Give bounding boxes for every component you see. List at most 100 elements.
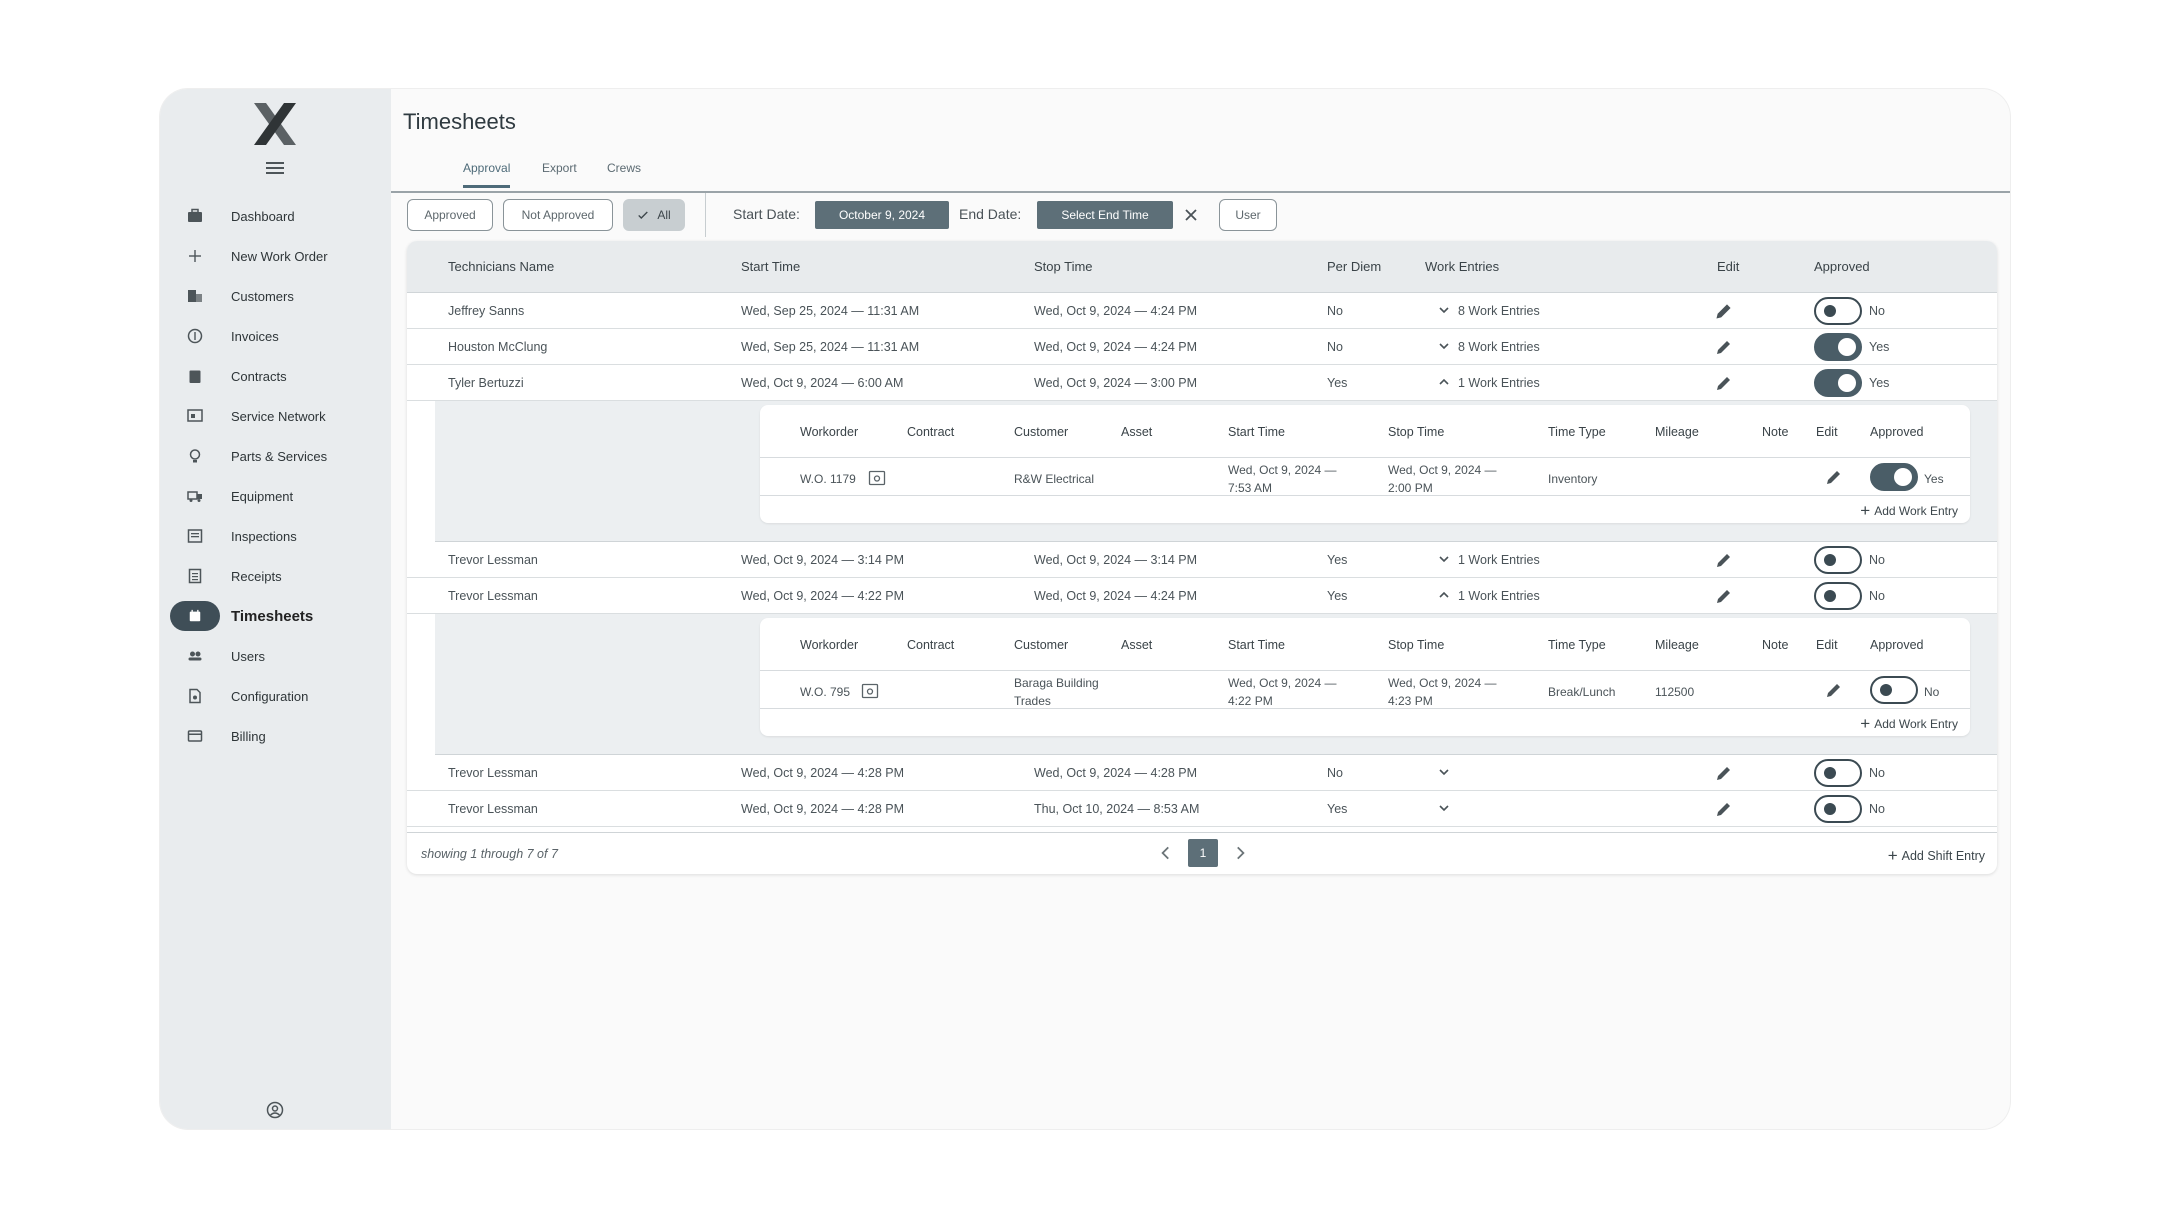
sidebar-item-users[interactable]: Users xyxy=(170,636,380,676)
tab-export[interactable]: Export xyxy=(542,161,577,185)
workorder-link[interactable]: W.O. 795 xyxy=(800,683,850,701)
edit-pencil-icon[interactable] xyxy=(1714,763,1734,783)
approved-toggle[interactable] xyxy=(1870,676,1918,704)
workorder-link[interactable]: W.O. 1179 xyxy=(800,470,856,488)
view-icon[interactable] xyxy=(868,469,886,487)
add-work-entry-button[interactable]: + Add Work Entry xyxy=(1860,714,1958,734)
account-icon[interactable] xyxy=(266,1101,284,1119)
end-date-label: End Date: xyxy=(959,206,1022,222)
edit-pencil-icon[interactable] xyxy=(1824,467,1844,487)
work-entries-count: 8 Work Entries xyxy=(1458,304,1540,318)
tech-name: Trevor Lessman xyxy=(448,802,538,816)
add-work-entry-label: Add Work Entry xyxy=(1874,717,1958,731)
filter-approved-button[interactable]: Approved xyxy=(407,199,493,231)
app-logo[interactable] xyxy=(250,99,300,149)
clear-date-icon[interactable] xyxy=(1181,205,1201,225)
approved-toggle[interactable] xyxy=(1870,463,1918,491)
sidebar-item-label: Service Network xyxy=(231,408,326,424)
approved-toggle[interactable] xyxy=(1814,369,1862,397)
start-time: Wed, Oct 9, 2024 — 4:22 PM xyxy=(741,589,905,603)
sidebar-item-receipts[interactable]: Receipts xyxy=(170,556,380,596)
approved-toggle[interactable] xyxy=(1814,333,1862,361)
table-row[interactable]: Trevor Lessman Wed, Oct 9, 2024 — 4:22 P… xyxy=(407,578,1997,614)
approved-toggle[interactable] xyxy=(1814,297,1862,325)
edit-pencil-icon[interactable] xyxy=(1714,550,1734,570)
table-row[interactable]: Houston McClung Wed, Sep 25, 2024 — 11:3… xyxy=(407,329,1997,365)
menu-icon[interactable] xyxy=(266,161,284,175)
clipboard-icon xyxy=(186,367,204,385)
chevron-down-icon[interactable] xyxy=(1436,302,1452,318)
work-entries-panel: Workorder Contract Customer Asset Start … xyxy=(435,614,1997,755)
chevron-down-icon[interactable] xyxy=(1436,764,1452,780)
table-row[interactable]: Tyler Bertuzzi Wed, Oct 9, 2024 — 6:00 A… xyxy=(407,365,1997,401)
col-header-work-entries: Work Entries xyxy=(1425,259,1500,274)
chevron-down-icon[interactable] xyxy=(1436,551,1452,567)
approved-label: Yes xyxy=(1869,376,1890,390)
edit-pencil-icon[interactable] xyxy=(1824,680,1844,700)
sub-col-edit: Edit xyxy=(1816,638,1838,652)
app-window: Dashboard New Work Order Customers Invoi… xyxy=(160,89,2010,1129)
chevron-up-icon[interactable] xyxy=(1436,374,1452,390)
divider xyxy=(760,708,1970,709)
next-page-button[interactable] xyxy=(1226,839,1254,867)
edit-pencil-icon[interactable] xyxy=(1714,799,1734,819)
sub-col-contract: Contract xyxy=(907,638,955,652)
table-row[interactable]: Trevor Lessman Wed, Oct 9, 2024 — 4:28 P… xyxy=(407,755,1997,791)
add-shift-entry-button[interactable]: + Add Shift Entry xyxy=(1888,846,1985,866)
approved-label: No xyxy=(1869,553,1885,567)
page-1-button[interactable]: 1 xyxy=(1188,839,1218,867)
sidebar-item-parts-services[interactable]: Parts & Services xyxy=(170,436,380,476)
tab-crews[interactable]: Crews xyxy=(607,161,641,185)
approved-toggle[interactable] xyxy=(1814,759,1862,787)
start-time: Wed, Oct 9, 2024 — 6:00 AM xyxy=(741,376,904,390)
table-header: Technicians Name Start Time Stop Time Pe… xyxy=(407,241,1997,293)
sidebar-item-configuration[interactable]: Configuration xyxy=(170,676,380,716)
view-icon[interactable] xyxy=(861,682,879,700)
approved-toggle[interactable] xyxy=(1814,546,1862,574)
start-time: Wed, Oct 9, 2024 — 4:22 PM xyxy=(1228,676,1337,708)
edit-pencil-icon[interactable] xyxy=(1714,373,1734,393)
chevron-up-icon[interactable] xyxy=(1436,587,1452,603)
chevron-down-icon[interactable] xyxy=(1436,338,1452,354)
sidebar-item-timesheets[interactable]: Timesheets xyxy=(170,596,380,636)
sidebar-item-new-work-order[interactable]: New Work Order xyxy=(170,236,380,276)
sidebar-item-billing[interactable]: Billing xyxy=(170,716,380,756)
filter-all-label: All xyxy=(657,208,671,222)
table-row[interactable]: Jeffrey Sanns Wed, Sep 25, 2024 — 11:31 … xyxy=(407,293,1997,329)
tab-approval[interactable]: Approval xyxy=(463,161,511,188)
prev-page-button[interactable] xyxy=(1152,839,1180,867)
sidebar-item-service-network[interactable]: Service Network xyxy=(170,396,380,436)
edit-pencil-icon[interactable] xyxy=(1714,301,1734,321)
add-work-entry-button[interactable]: + Add Work Entry xyxy=(1860,501,1958,521)
briefcase-icon xyxy=(186,207,204,225)
sidebar-item-invoices[interactable]: Invoices xyxy=(170,316,380,356)
dollar-icon xyxy=(186,327,204,345)
plus-icon: + xyxy=(1860,501,1871,520)
table-row[interactable]: Trevor Lessman Wed, Oct 9, 2024 — 4:28 P… xyxy=(407,791,1997,827)
end-date-button[interactable]: Select End Time xyxy=(1037,201,1173,229)
stop-time: Wed, Oct 9, 2024 — 4:24 PM xyxy=(1034,304,1198,318)
time-type: Inventory xyxy=(1548,472,1598,486)
filter-not-approved-button[interactable]: Not Approved xyxy=(503,199,613,231)
table-row[interactable]: Trevor Lessman Wed, Oct 9, 2024 — 3:14 P… xyxy=(407,542,1997,578)
approved-toggle[interactable] xyxy=(1814,582,1862,610)
filter-all-button[interactable]: All xyxy=(623,199,685,231)
sidebar-item-customers[interactable]: Customers xyxy=(170,276,380,316)
approved-toggle[interactable] xyxy=(1814,795,1862,823)
edit-pencil-icon[interactable] xyxy=(1714,337,1734,357)
tech-name: Trevor Lessman xyxy=(448,589,538,603)
stop-time: Wed, Oct 9, 2024 — 4:24 PM xyxy=(1034,340,1198,354)
sidebar-item-contracts[interactable]: Contracts xyxy=(170,356,380,396)
sidebar-item-inspections[interactable]: Inspections xyxy=(170,516,380,556)
col-header-stop: Stop Time xyxy=(1034,259,1093,274)
sidebar-item-equipment[interactable]: Equipment xyxy=(170,476,380,516)
sidebar-item-dashboard[interactable]: Dashboard xyxy=(170,196,380,236)
sub-col-approved: Approved xyxy=(1870,638,1924,652)
user-filter-button[interactable]: User xyxy=(1219,199,1277,231)
per-diem: Yes xyxy=(1327,802,1348,816)
chevron-down-icon[interactable] xyxy=(1436,800,1452,816)
customer: R&W Electrical xyxy=(1014,472,1095,486)
start-date-button[interactable]: October 9, 2024 xyxy=(815,201,949,229)
edit-pencil-icon[interactable] xyxy=(1714,586,1734,606)
sidebar-item-label: Equipment xyxy=(231,488,294,504)
